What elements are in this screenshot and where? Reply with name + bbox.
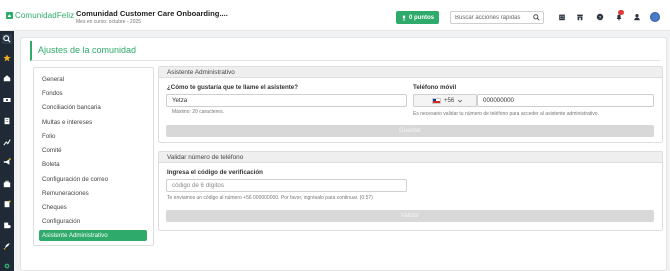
name-label: ¿Cómo te gustaría que te llame el asiste… [167,84,299,91]
menu-item-remuneraciones[interactable]: Remuneraciones [39,188,147,199]
building-icon[interactable] [558,13,566,21]
logo-mark-icon [6,12,13,19]
search-icon[interactable] [2,34,12,44]
verification-code-input[interactable] [166,179,407,192]
logo-text: ComunidadFeliz [15,11,75,20]
chevron-down-icon [458,99,463,102]
menu-item-fondos[interactable]: Fondos [39,88,147,99]
menu-item-boleta[interactable]: Boleta [39,159,147,170]
settings-menu: General Fondos Conciliación bancaria Mul… [33,67,154,246]
country-code-select[interactable]: +56 [413,94,477,107]
help-icon[interactable]: ? [596,13,604,21]
name-hint: Máximo: 20 caracteres. [172,109,224,115]
points-button[interactable]: 0 puntos [396,11,439,24]
building-admin-icon[interactable] [2,220,12,230]
community-period: Mes en curso: octubre - 2025 [76,19,142,25]
assistant-panel-title: Asistente Administrativo [159,67,662,78]
menu-item-folio[interactable]: Folio [39,131,147,142]
phone-input[interactable] [477,94,654,107]
top-bar: ComunidadFeliz Comunidad Customer Care O… [0,0,670,31]
menu-item-correo[interactable]: Configuración de correo [39,174,147,185]
search-icon[interactable] [533,14,540,21]
chile-flag-icon [432,97,441,104]
phone-hint: Es necesario validar tu número de teléfo… [413,111,599,117]
points-label: 0 puntos [409,14,434,21]
menu-item-conciliacion[interactable]: Conciliación bancaria [39,102,147,113]
money-icon[interactable] [2,95,12,105]
store-icon[interactable] [576,13,584,21]
briefcase-icon[interactable] [2,179,12,189]
star-icon[interactable] [2,53,12,63]
save-button[interactable]: Guardar [166,125,654,137]
menu-item-cheques[interactable]: Cheques [39,202,147,213]
code-label: Ingresa el código de verificación [167,169,263,176]
menu-item-asistente[interactable]: Asistente Administrativo [39,230,147,241]
gear-icon[interactable] [2,261,12,271]
assistant-name-input[interactable] [166,94,407,107]
notification-badge [618,10,624,15]
menu-item-multas[interactable]: Multas e intereses [39,117,147,128]
announce-icon[interactable] [2,157,12,167]
validate-panel-title: Validar número de teléfono [159,152,662,163]
globe-icon[interactable] [650,12,660,22]
rocket-icon[interactable] [2,241,12,251]
home-icon[interactable] [2,73,12,83]
svg-text:?: ? [599,15,602,21]
menu-item-comite[interactable]: Comité [39,145,147,156]
menu-item-general[interactable]: General [39,74,147,85]
icon-sidebar [0,31,14,271]
building-icon[interactable] [2,116,12,126]
validate-button[interactable]: Validar [166,210,654,222]
notes-icon[interactable] [2,199,12,209]
trophy-icon [402,15,406,20]
code-hint: Te enviamos un código al número +56 0000… [167,195,373,201]
community-title[interactable]: Comunidad Customer Care Onboarding.... [76,9,228,18]
search-input[interactable] [451,12,531,23]
phone-label: Teléfono móvil [413,84,457,91]
page-header: Ajustes de la comunidad [30,41,660,61]
user-icon[interactable] [633,13,641,21]
menu-item-configuracion[interactable]: Configuración [39,216,147,227]
chart-icon[interactable] [2,137,12,147]
country-code: +56 [444,97,455,104]
page-title: Ajustes de la comunidad [38,45,137,55]
logo[interactable]: ComunidadFeliz [6,11,74,20]
quick-search[interactable] [450,11,544,24]
